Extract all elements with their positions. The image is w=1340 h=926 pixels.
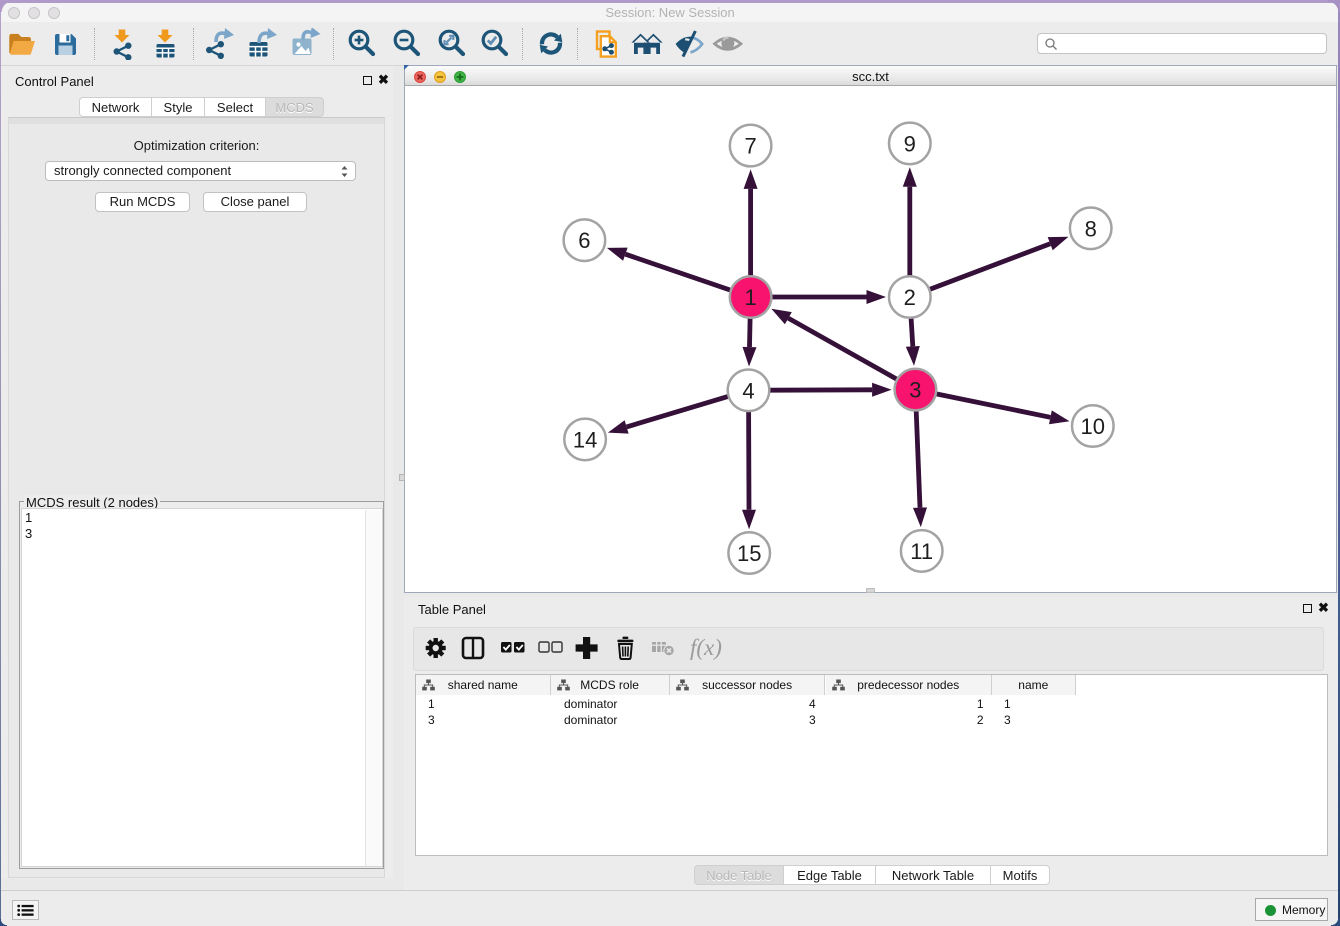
svg-text:3: 3 — [909, 378, 921, 403]
svg-text:14: 14 — [573, 427, 597, 452]
svg-text:7: 7 — [744, 134, 756, 159]
svg-text:10: 10 — [1081, 414, 1105, 439]
svg-text:4: 4 — [742, 378, 754, 403]
svg-text:2: 2 — [904, 285, 916, 310]
svg-text:6: 6 — [578, 228, 590, 253]
svg-text:9: 9 — [904, 131, 916, 156]
svg-text:11: 11 — [910, 539, 933, 564]
svg-text:8: 8 — [1085, 216, 1097, 241]
svg-text:15: 15 — [737, 541, 761, 566]
svg-text:1: 1 — [744, 285, 756, 310]
svg-text:f(x): f(x) — [690, 635, 722, 660]
